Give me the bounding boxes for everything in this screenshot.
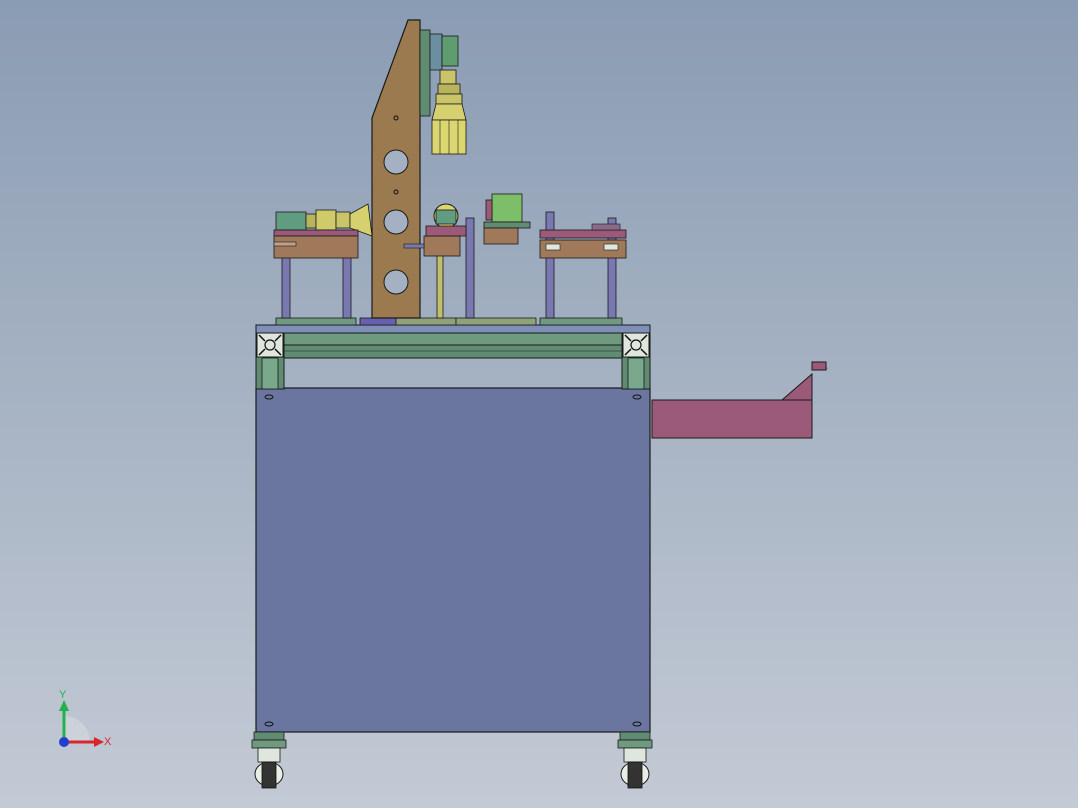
side-chute[interactable] [651,361,828,439]
left-bracket [273,229,359,259]
brass-shaft [436,249,444,319]
profile-endcap-right [622,332,650,358]
frame-top-rail [255,324,651,334]
frame-cross-rail [283,344,623,359]
z-axis-dot [59,737,69,747]
base-plates[interactable] [275,317,623,326]
caster-left [251,731,287,789]
profile-endcap-left [256,332,284,358]
frame-cross-rail [283,332,623,346]
top-frame[interactable] [255,324,651,390]
y-axis-label: Y [59,689,67,701]
cad-viewport[interactable]: Y X [0,0,1078,808]
x-axis-label: X [104,736,112,748]
caster-right [617,731,653,789]
cabinet[interactable] [255,387,651,733]
vertical-mount-plate[interactable] [371,19,421,319]
top-camera-assembly[interactable] [419,29,467,155]
cabinet-front-panel[interactable] [255,387,651,733]
orientation-triad[interactable]: Y X [59,689,112,748]
machine-assembly-model[interactable]: Y X [0,0,1078,808]
sensor-box[interactable] [483,193,531,245]
